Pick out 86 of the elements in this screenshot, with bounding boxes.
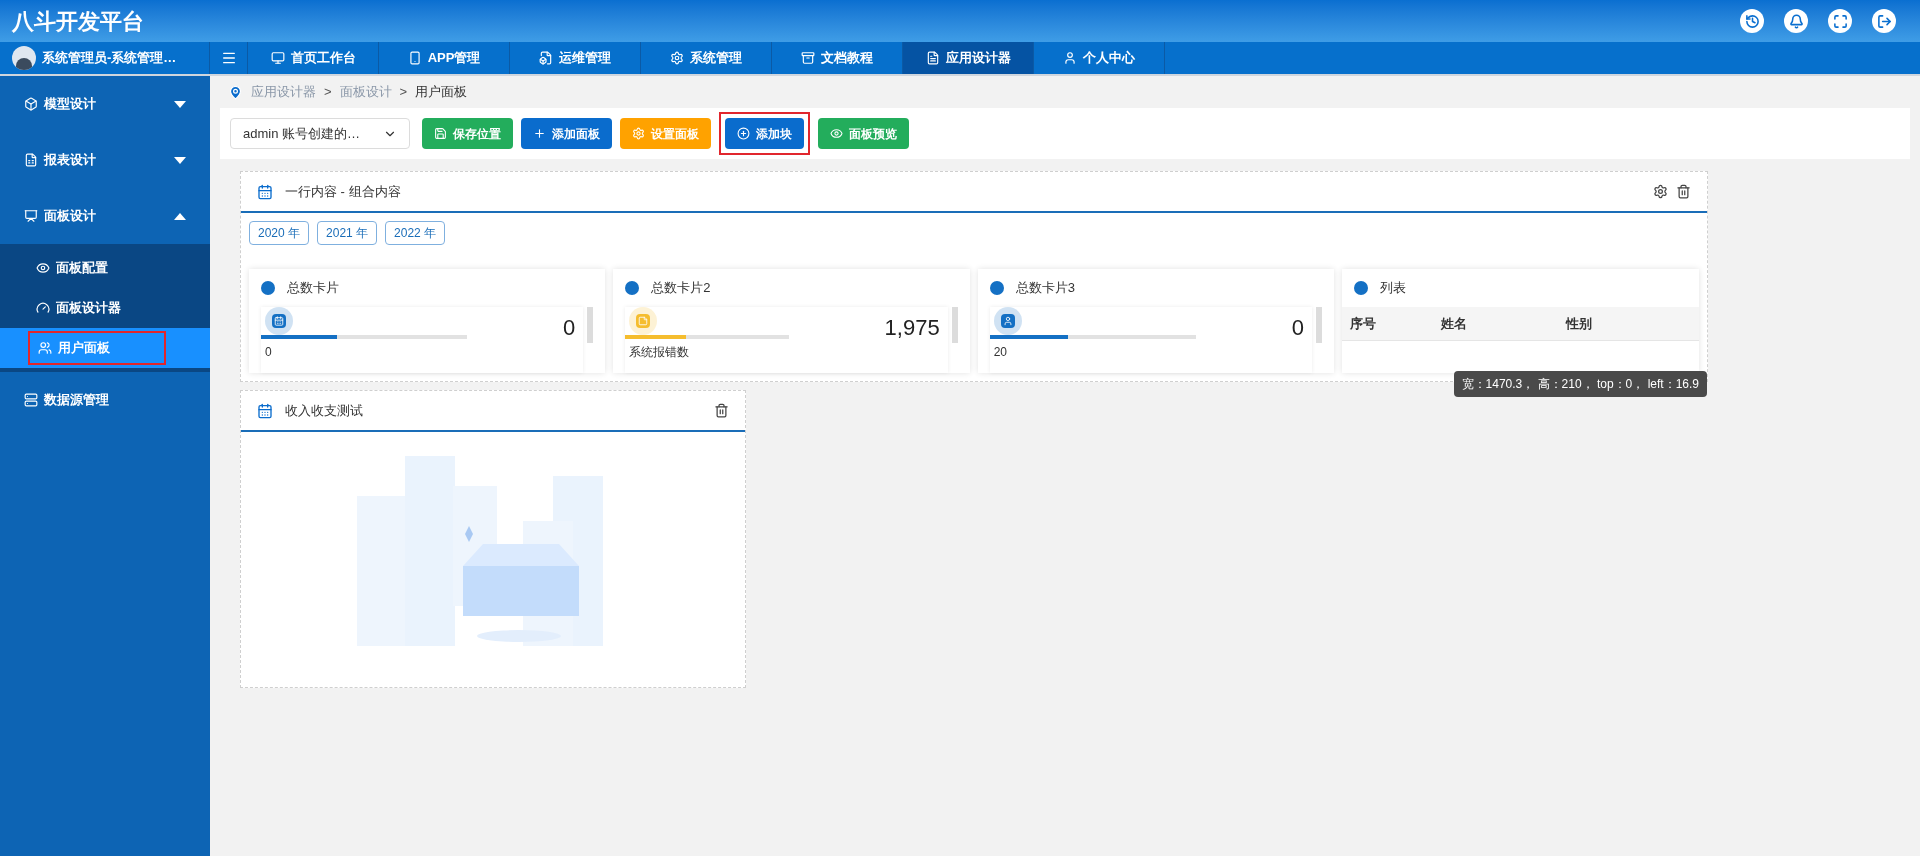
sidebar-subitem-icon — [36, 301, 50, 315]
card-title: 列表 — [1380, 279, 1406, 298]
panel-title: 一行内容 - 组合内容 — [285, 182, 401, 201]
button-icon — [434, 127, 447, 140]
sidebar-item-icon — [24, 97, 38, 111]
stat-icon — [265, 307, 293, 335]
caret-up-icon — [174, 212, 186, 220]
trash-icon[interactable] — [1676, 184, 1691, 199]
year-tag[interactable]: 2020 年 — [249, 221, 310, 245]
nav-tab-icon — [801, 51, 815, 65]
sidebar-item-icon — [24, 393, 38, 407]
caret-down-icon — [174, 156, 186, 164]
button-icon — [830, 127, 843, 140]
sidebar-item-label: 模型设计 — [44, 95, 96, 114]
sidebar-item-label: 报表设计 — [44, 151, 96, 170]
breadcrumb-item[interactable]: 面板设计 — [339, 82, 392, 102]
nav-tab-icon — [1063, 51, 1077, 65]
column-header: 性别 — [1566, 314, 1594, 333]
panel-icon — [257, 183, 273, 200]
sidebar-item[interactable]: 报表设计 — [0, 132, 210, 188]
breadcrumb-separator: > — [399, 83, 408, 102]
avatar-icon — [12, 46, 36, 70]
column-header: 序号 — [1350, 314, 1377, 333]
app-title: 八斗开发平台 — [12, 7, 144, 36]
size-tooltip: 宽：1470.3， 高：210， top：0， left：16.9 — [1453, 371, 1707, 397]
sidebar-subitem-label: 面板设计器 — [56, 299, 121, 318]
toolbar-button[interactable]: 添加块 — [725, 118, 804, 149]
history-icon[interactable] — [1740, 9, 1764, 33]
stat-caption: 系统报错数 — [629, 344, 691, 361]
settings-icon[interactable] — [1653, 184, 1668, 199]
nav-tab-icon — [539, 51, 553, 65]
nav-tab-icon — [670, 51, 684, 65]
logout-icon[interactable] — [1872, 9, 1896, 33]
panel-select[interactable]: admin 账号创建的… — [230, 118, 410, 149]
sidebar-subitem[interactable]: 面板配置 — [28, 251, 116, 285]
sidebar-subitem[interactable]: 面板设计器 — [28, 291, 129, 325]
year-tag[interactable]: 2021 年 — [317, 221, 378, 245]
stat-icon — [629, 307, 658, 335]
breadcrumb-item[interactable]: 应用设计器 — [251, 82, 316, 102]
stat-icon — [993, 307, 1022, 335]
button-icon — [737, 127, 750, 140]
caret-down-icon — [174, 100, 186, 108]
card-title: 总数卡片 — [287, 279, 339, 298]
toolbar-button[interactable]: 保存位置 — [422, 118, 513, 149]
sidebar-subitem[interactable]: 用户面板 — [28, 331, 166, 365]
sidebar-item-icon — [24, 153, 38, 167]
stat-caption: 20 — [993, 344, 1008, 361]
breadcrumb-separator: > — [324, 83, 332, 102]
sidebar-item[interactable]: 模型设计 — [0, 76, 210, 132]
sidebar-item[interactable]: 数据源管理 — [0, 372, 210, 428]
sidebar-subitem-label: 面板配置 — [56, 259, 108, 278]
bell-icon[interactable] — [1784, 9, 1808, 33]
scrollbar[interactable] — [951, 307, 958, 343]
sidebar-item-icon — [24, 209, 38, 223]
sidebar-item-label: 面板设计 — [44, 207, 96, 226]
panel-title: 收入收支测试 — [285, 401, 363, 420]
nav-tab[interactable]: 应用设计器 — [903, 42, 1034, 74]
stat-value: 0 — [563, 317, 576, 339]
stat-value: 1,975 — [884, 317, 940, 339]
fullscreen-icon[interactable] — [1828, 9, 1852, 33]
trash-icon[interactable] — [714, 403, 729, 418]
sidebar-subitem-label: 用户面板 — [58, 339, 110, 358]
sidebar-subitem-icon — [38, 341, 52, 355]
menu-icon — [220, 50, 237, 66]
card-title: 总数卡片2 — [651, 279, 711, 298]
column-header: 姓名 — [1441, 314, 1469, 333]
nav-tab-icon — [270, 51, 285, 65]
year-tag[interactable]: 2022 年 — [385, 221, 446, 245]
scrollbar[interactable] — [587, 307, 594, 343]
sidebar-item-label: 数据源管理 — [44, 391, 109, 410]
toolbar-button[interactable]: 面板预览 — [818, 118, 909, 149]
sidebar-item[interactable]: 面板设计 — [0, 188, 210, 244]
location-pin-icon — [228, 84, 243, 100]
card-title: 总数卡片3 — [1015, 279, 1075, 298]
panel-icon — [257, 402, 273, 419]
button-icon — [632, 127, 645, 140]
nav-tab-icon — [407, 51, 422, 65]
breadcrumb-item: 用户面板 — [415, 83, 468, 102]
toolbar-button[interactable]: 添加面板 — [521, 118, 612, 149]
user-menu[interactable]: 系统管理员-系统管理… — [0, 42, 210, 74]
nav-tab-icon — [925, 51, 940, 65]
scrollbar[interactable] — [1316, 307, 1322, 343]
stat-caption: 0 — [265, 344, 273, 361]
sidebar-subitem-icon — [36, 261, 50, 275]
stat-value: 0 — [1291, 317, 1304, 339]
button-icon — [533, 127, 546, 140]
